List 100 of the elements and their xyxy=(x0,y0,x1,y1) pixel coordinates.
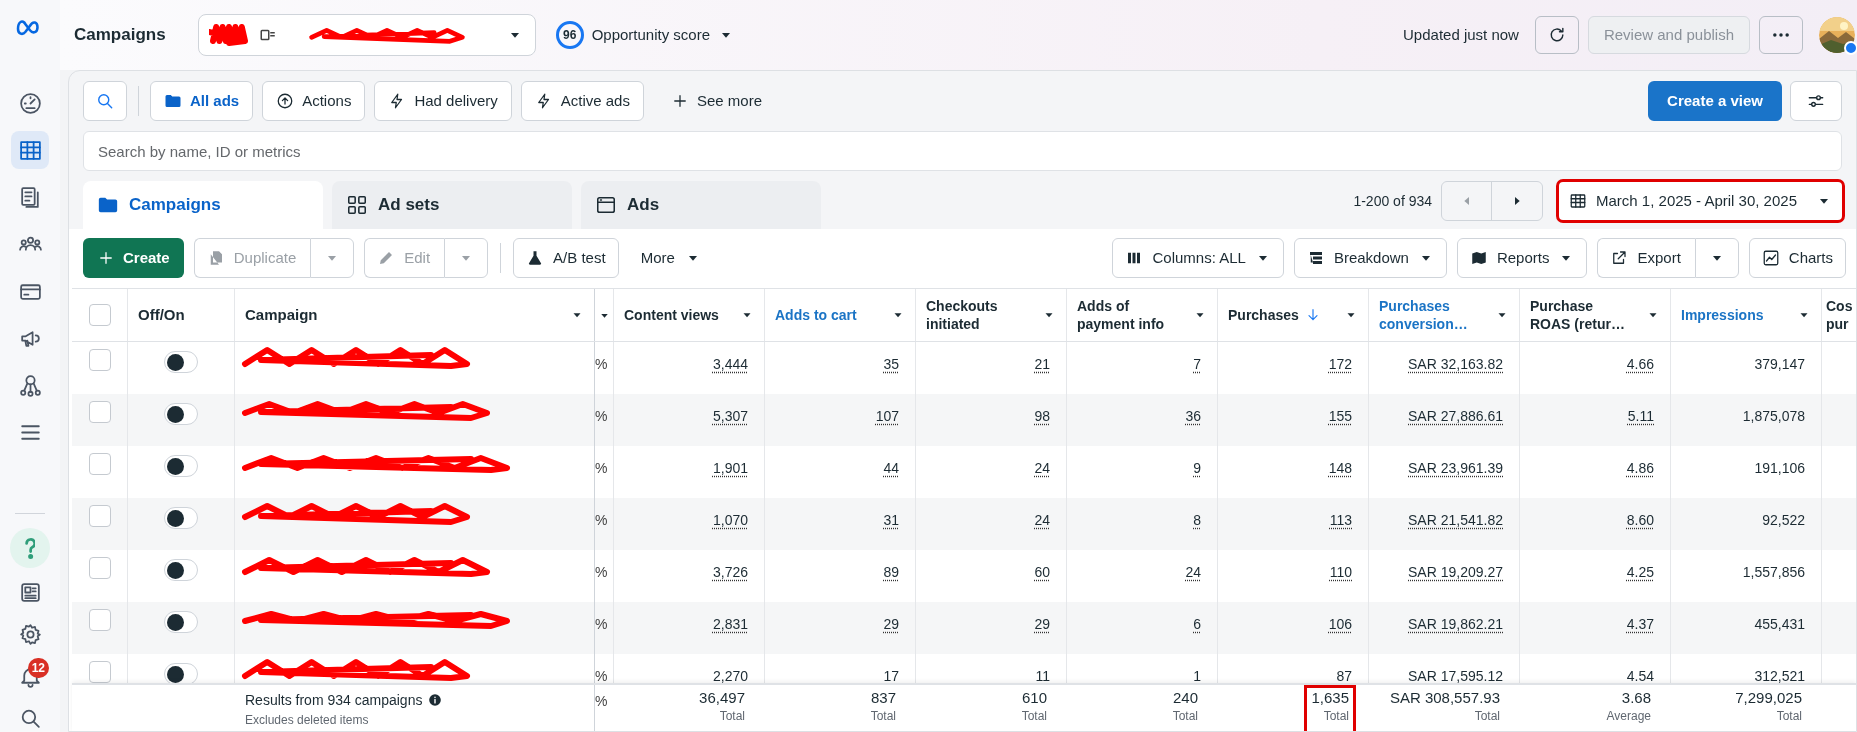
metric-link[interactable]: 148 xyxy=(1328,458,1352,498)
metric-link[interactable]: 4.86 xyxy=(1626,458,1654,498)
metric-link[interactable]: 1,070 xyxy=(712,510,748,550)
column-header[interactable]: Adds to cart xyxy=(775,306,857,324)
column-header[interactable]: Purchases xyxy=(1228,306,1299,324)
metric-link[interactable]: 4.37 xyxy=(1626,614,1654,654)
toolbar-button[interactable]: Export xyxy=(1597,238,1695,278)
column-header[interactable]: pur xyxy=(1826,315,1856,333)
checkbox[interactable] xyxy=(88,349,111,371)
filter-chip[interactable]: Active ads xyxy=(520,81,644,121)
metric-link[interactable]: 113 xyxy=(1329,510,1352,550)
metric-link[interactable]: SAR 19,209.27 xyxy=(1408,562,1503,602)
checkbox[interactable] xyxy=(88,304,111,326)
date-range-picker[interactable]: March 1, 2025 - April 30, 2025 xyxy=(1559,182,1842,220)
metric-link[interactable]: 36 xyxy=(1185,406,1201,446)
toolbar-button[interactable]: Breakdown xyxy=(1293,238,1447,278)
metric-link[interactable]: 9 xyxy=(1193,458,1201,498)
opportunity-score-button[interactable]: 96 Opportunity score xyxy=(555,21,735,49)
checkbox[interactable] xyxy=(88,557,111,579)
metric-link[interactable]: SAR 21,541.82 xyxy=(1408,510,1503,550)
search-field[interactable]: Search by name, ID or metrics xyxy=(83,131,1842,171)
toggle-switch[interactable] xyxy=(164,663,198,683)
checkbox[interactable] xyxy=(88,401,111,423)
metric-link[interactable]: 98 xyxy=(1034,406,1050,446)
create-button[interactable]: Create xyxy=(83,238,184,278)
toolbar-button[interactable]: A/B test xyxy=(513,238,619,278)
sidebar-item[interactable]: 12 xyxy=(11,658,49,694)
metric-link[interactable]: 89 xyxy=(883,562,899,602)
metric-link[interactable]: 29 xyxy=(1034,614,1050,654)
create-view-button[interactable]: Create a view xyxy=(1648,81,1782,121)
column-header[interactable]: Impressions xyxy=(1681,306,1764,324)
more-menu-button[interactable]: More xyxy=(628,238,713,278)
tab[interactable]: Ad sets xyxy=(332,181,572,229)
toggle-switch[interactable] xyxy=(164,455,198,477)
account-selector[interactable] xyxy=(197,14,536,56)
metric-link[interactable]: 3,444 xyxy=(712,354,748,394)
metric-link[interactable]: 5,307 xyxy=(712,406,748,446)
metric-link[interactable]: 24 xyxy=(1034,458,1050,498)
metric-link[interactable]: 3,726 xyxy=(712,562,748,602)
checkbox[interactable] xyxy=(88,609,111,631)
metric-link[interactable]: SAR 23,961.39 xyxy=(1408,458,1503,498)
metric-link[interactable]: 155 xyxy=(1328,406,1352,446)
refresh-button[interactable] xyxy=(1534,16,1579,54)
toggle-switch[interactable] xyxy=(164,507,198,529)
checkbox[interactable] xyxy=(88,505,111,527)
sidebar-item[interactable] xyxy=(11,131,49,169)
column-header[interactable]: Purchases conversion… xyxy=(1379,297,1483,333)
metric-link[interactable]: 24 xyxy=(1185,562,1201,602)
tab[interactable]: Campaigns xyxy=(83,181,323,229)
toolbar-button[interactable]: Reports xyxy=(1456,238,1588,278)
metric-link[interactable]: SAR 17,595.12 xyxy=(1408,666,1503,683)
tab[interactable]: Ads xyxy=(581,181,821,229)
toggle-switch[interactable] xyxy=(164,403,198,425)
metric-link[interactable]: 106 xyxy=(1328,614,1352,654)
metric-link[interactable]: 7 xyxy=(1193,354,1201,394)
metric-link[interactable]: 8 xyxy=(1193,510,1201,550)
column-header[interactable]: Cos xyxy=(1826,297,1856,315)
metric-link[interactable]: 4.54 xyxy=(1626,666,1654,683)
metric-link[interactable]: 1,901 xyxy=(712,458,748,498)
metric-link[interactable]: 172 xyxy=(1328,354,1352,394)
metric-link[interactable]: 110 xyxy=(1329,562,1352,602)
metric-link[interactable]: 21 xyxy=(1034,354,1050,394)
checkbox[interactable] xyxy=(88,453,111,475)
column-header[interactable]: Purchase ROAS (retur… xyxy=(1530,297,1634,333)
metric-link[interactable]: 87 xyxy=(1336,666,1352,683)
metric-link[interactable]: 4.66 xyxy=(1626,354,1654,394)
column-header[interactable]: Adds of payment info xyxy=(1077,297,1181,333)
toggle-switch[interactable] xyxy=(164,559,198,581)
metric-link[interactable]: SAR 27,886.61 xyxy=(1408,406,1503,446)
toolbar-button[interactable]: Charts xyxy=(1748,238,1846,278)
toggle-switch[interactable] xyxy=(164,611,198,633)
filter-chip[interactable]: Had delivery xyxy=(374,81,512,121)
metric-link[interactable]: SAR 19,862.21 xyxy=(1408,614,1503,654)
checkbox[interactable] xyxy=(88,661,111,683)
column-header[interactable]: Content views xyxy=(624,306,719,324)
metric-link[interactable]: 6 xyxy=(1193,614,1201,654)
sidebar-item[interactable] xyxy=(10,528,50,568)
metric-link[interactable]: 35 xyxy=(883,354,899,394)
metric-link[interactable]: 107 xyxy=(875,406,899,446)
metric-link[interactable]: 2,831 xyxy=(712,614,748,654)
metric-link[interactable]: SAR 32,163.82 xyxy=(1408,354,1503,394)
view-settings-button[interactable] xyxy=(1790,81,1842,121)
see-more-link[interactable]: See more xyxy=(658,81,774,121)
metric-link[interactable]: 29 xyxy=(883,614,899,654)
metric-link[interactable]: 44 xyxy=(883,458,899,498)
metric-link[interactable]: 4.25 xyxy=(1626,562,1654,602)
column-header[interactable]: Checkouts initiated xyxy=(926,297,1030,333)
metric-link[interactable]: 2,270 xyxy=(712,666,748,683)
metric-link[interactable]: 60 xyxy=(1034,562,1050,602)
filter-chip[interactable]: Actions xyxy=(262,81,366,121)
metric-link[interactable]: 1 xyxy=(1193,666,1201,683)
metric-link[interactable]: 24 xyxy=(1034,510,1050,550)
metric-link[interactable]: 5.11 xyxy=(1627,406,1654,446)
metric-link[interactable]: 11 xyxy=(1035,666,1050,683)
metric-link[interactable]: 17 xyxy=(883,666,899,683)
toggle-switch[interactable] xyxy=(164,351,198,373)
filter-chip[interactable]: All ads xyxy=(150,81,254,121)
metric-link[interactable]: 8.60 xyxy=(1626,510,1654,550)
metric-link[interactable]: 31 xyxy=(883,510,899,550)
toolbar-button[interactable]: Columns: ALL xyxy=(1112,238,1284,278)
